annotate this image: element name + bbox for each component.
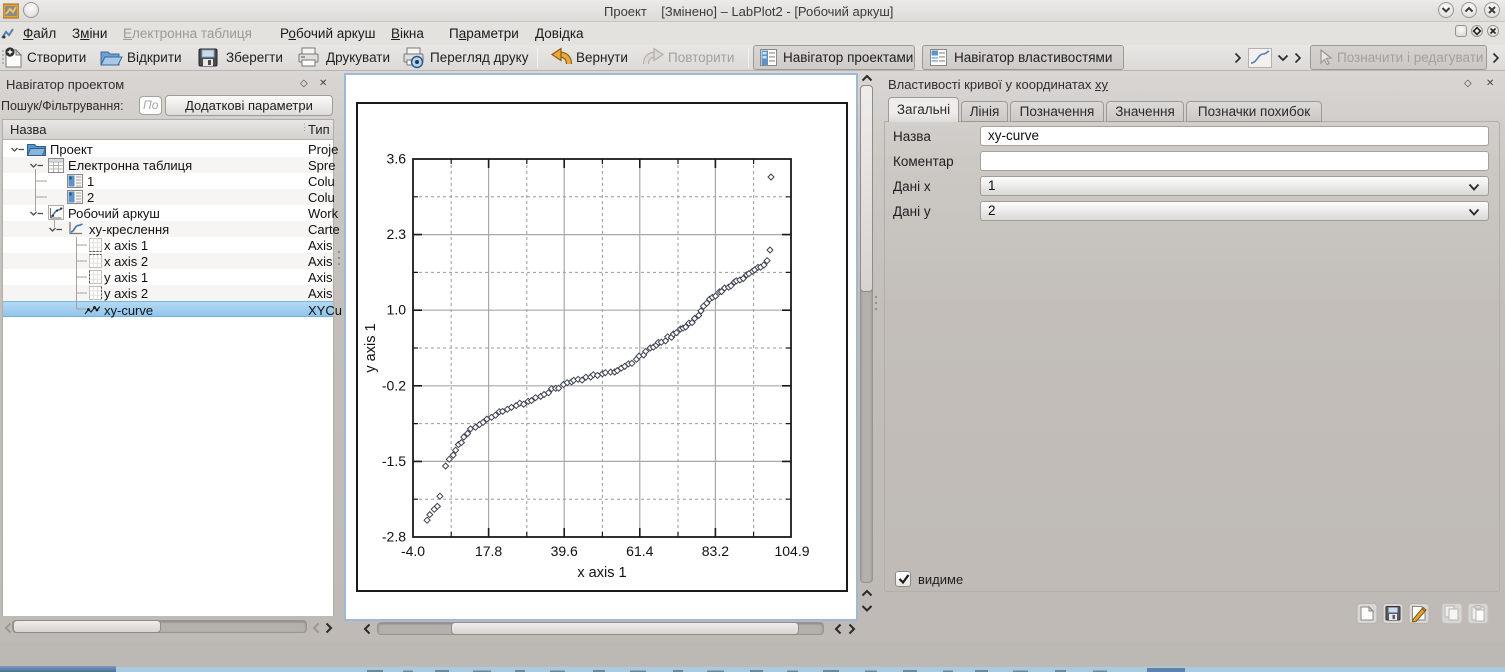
- svg-text:39.6: 39.6: [551, 543, 578, 559]
- svg-text:61.4: 61.4: [626, 543, 653, 559]
- svg-text:y axis 1: y axis 1: [363, 323, 379, 372]
- svg-text:-2.8: -2.8: [382, 529, 406, 545]
- svg-text:-4.0: -4.0: [401, 543, 425, 559]
- svg-text:83.2: 83.2: [702, 543, 729, 559]
- svg-text:2.3: 2.3: [387, 226, 407, 242]
- svg-text:17.8: 17.8: [475, 543, 502, 559]
- svg-text:x axis 1: x axis 1: [577, 565, 626, 581]
- svg-text:-1.5: -1.5: [382, 453, 406, 469]
- svg-text:-0.2: -0.2: [382, 377, 406, 393]
- svg-text:104.9: 104.9: [774, 543, 809, 559]
- svg-text:3.6: 3.6: [387, 151, 407, 167]
- svg-text:1.0: 1.0: [387, 302, 407, 318]
